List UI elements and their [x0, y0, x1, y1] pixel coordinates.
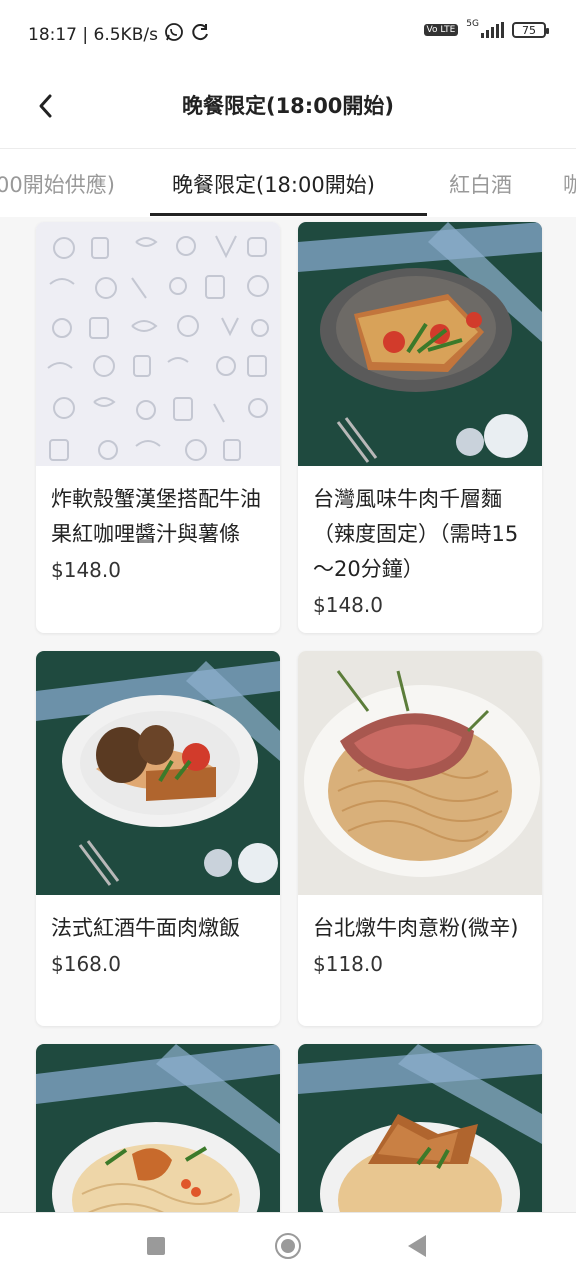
menu-item-name: 炸軟殼蟹漢堡搭配牛油果紅咖哩醬汁與薯條: [51, 487, 261, 546]
battery-level: 75: [522, 23, 536, 37]
beef-pasta-dish-photo: [298, 651, 542, 895]
app-header: 晚餐限定(18:00開始): [0, 70, 576, 148]
menu-item-price: $118.0: [313, 952, 383, 976]
menu-item-price: $148.0: [51, 558, 121, 582]
menu-item-name: 台北燉牛肉意粉(微辛): [313, 916, 519, 940]
risotto-dish-photo: [36, 651, 280, 895]
menu-item-price: $168.0: [51, 952, 121, 976]
menu-item-name: 法式紅酒牛面肉燉飯: [51, 916, 240, 940]
menu-item-card[interactable]: 炸軟殼蟹漢堡搭配牛油果紅咖哩醬汁與薯條 $148.0: [36, 222, 280, 633]
tab-wine[interactable]: 紅白酒: [449, 169, 512, 199]
linguine-dish-photo: [36, 1044, 280, 1212]
crab-pasta-dish-photo: [298, 1044, 542, 1212]
battery-icon: 75: [512, 22, 549, 38]
category-tabs: 00開始供應) 晚餐限定(18:00開始) 紅白酒 咖: [0, 148, 576, 217]
recent-apps-button[interactable]: [147, 1237, 165, 1255]
tab-dinner[interactable]: 晚餐限定(18:00開始): [172, 169, 375, 199]
network-label: 5G: [466, 19, 479, 29]
status-bar: 18:17 | 6.5KB/s Vo LTE 5G 75: [0, 0, 576, 70]
menu-item-card[interactable]: [298, 1044, 542, 1212]
system-nav-bar: [0, 1212, 576, 1281]
menu-item-name: 台灣風味牛肉千層麵（辣度固定）（需時15～20分鐘）: [313, 487, 519, 581]
menu-item-card[interactable]: 法式紅酒牛面肉燉飯 $168.0: [36, 651, 280, 1026]
status-left: 18:17 | 6.5KB/s: [28, 22, 210, 47]
placeholder-food-pattern-image: [36, 222, 280, 466]
menu-grid: 炸軟殼蟹漢堡搭配牛油果紅咖哩醬汁與薯條 $148.0 台灣風味牛肉千層麵（辣度固…: [0, 216, 576, 1212]
sync-icon: [190, 22, 210, 47]
lasagna-dish-photo: [298, 222, 542, 466]
menu-item-card[interactable]: 台北燉牛肉意粉(微辛) $118.0: [298, 651, 542, 1026]
menu-item-price: $148.0: [313, 593, 383, 617]
status-time-speed: 18:17 | 6.5KB/s: [28, 24, 158, 45]
back-nav-button[interactable]: [408, 1235, 426, 1257]
menu-item-card[interactable]: [36, 1044, 280, 1212]
tab-coffee[interactable]: 咖: [563, 169, 576, 199]
whatsapp-icon: [164, 22, 184, 47]
page-title: 晚餐限定(18:00開始): [181, 94, 395, 118]
menu-item-card[interactable]: 台灣風味牛肉千層麵（辣度固定）（需時15～20分鐘） $148.0: [298, 222, 542, 633]
signal-icon: [481, 22, 504, 38]
tab-all-day[interactable]: 00開始供應): [0, 169, 115, 199]
home-button[interactable]: [275, 1233, 301, 1259]
volte-badge: Vo LTE: [423, 24, 459, 36]
status-right: Vo LTE 5G 75: [423, 19, 549, 38]
